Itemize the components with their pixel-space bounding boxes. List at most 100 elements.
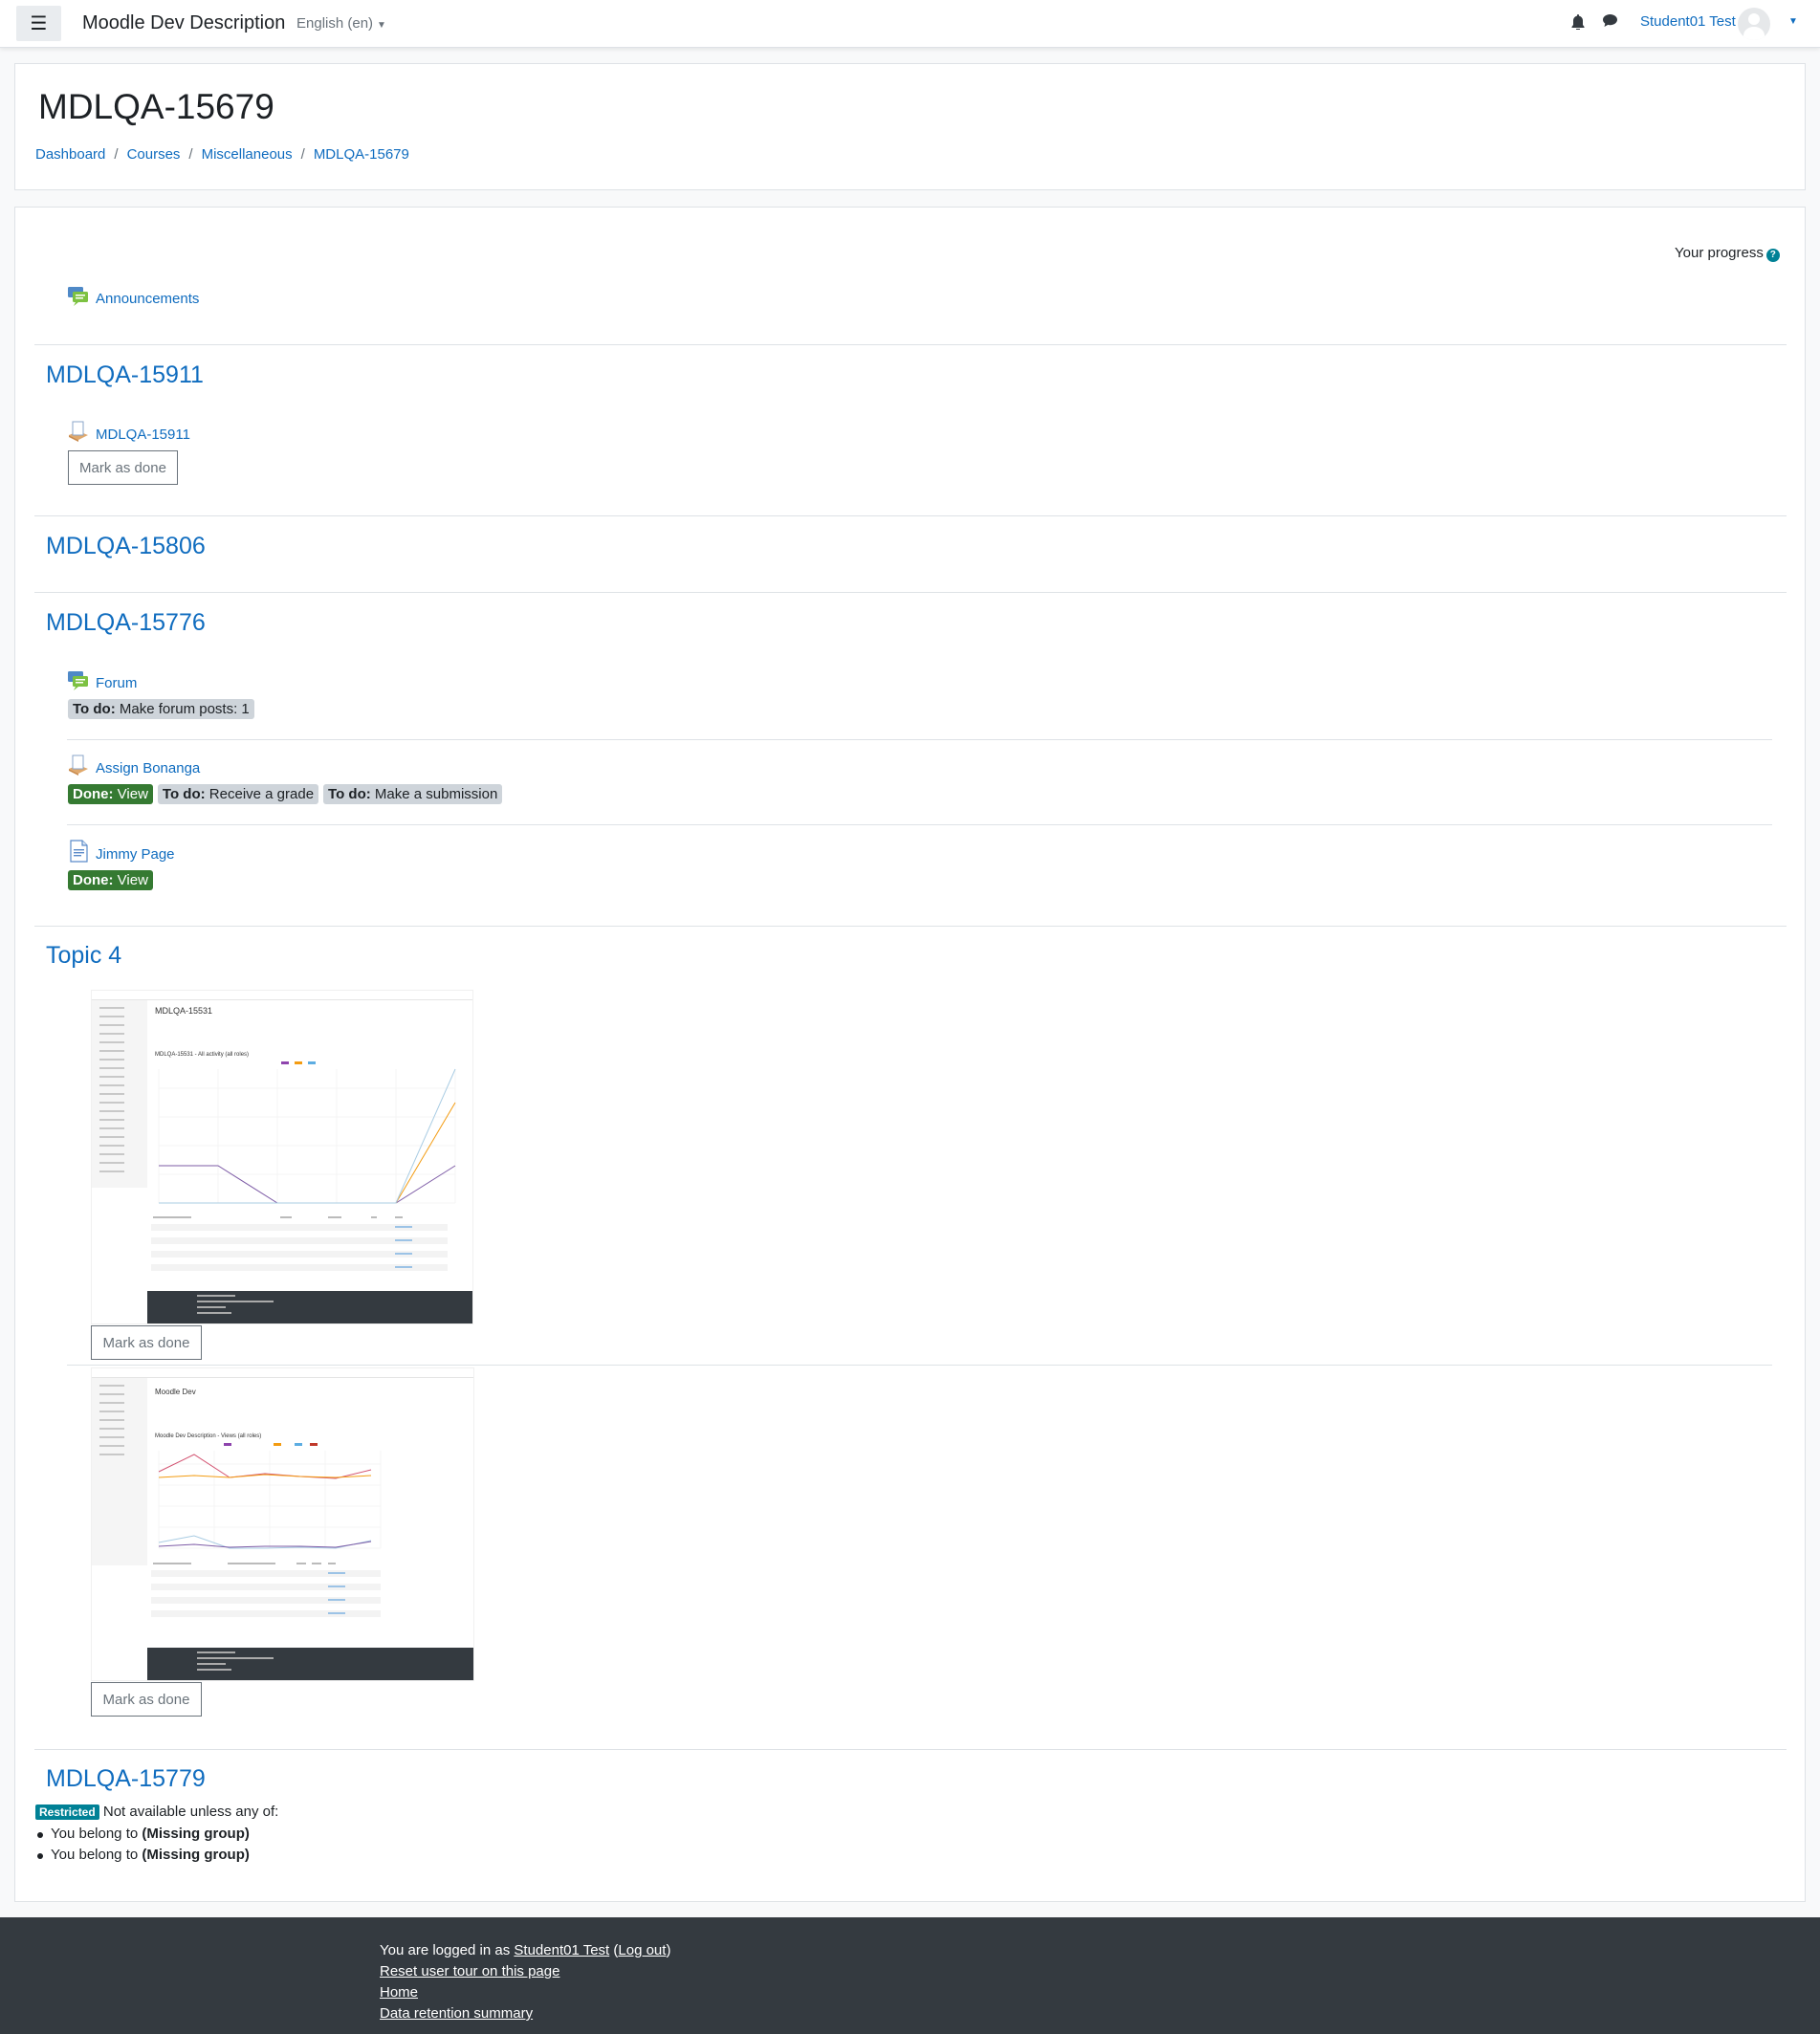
activity-jimmy-page[interactable]: Jimmy Page: [67, 840, 175, 863]
assignment-icon: [67, 754, 90, 776]
user-menu-caret-icon[interactable]: ▼: [1788, 16, 1798, 27]
condition-group: (Missing group): [142, 1847, 250, 1863]
section-title[interactable]: Topic 4: [46, 942, 121, 970]
screenshot-title: MDLQA-15531: [155, 1006, 213, 1016]
screenshot-sidebar: [92, 1378, 147, 1565]
home-link[interactable]: Home: [380, 1984, 418, 2001]
notifications-bell-icon[interactable]: [1571, 14, 1585, 34]
activity-link[interactable]: Announcements: [96, 291, 199, 307]
availability-info: Restricted Not available unless any of:: [35, 1804, 278, 1820]
page-icon: [67, 840, 90, 863]
todo-badge: To do: Make a submission: [323, 784, 503, 804]
restricted-badge: Restricted: [35, 1804, 99, 1820]
label-screenshot-image: Moodle Dev Moodle Dev Description - View…: [91, 1367, 474, 1681]
forum-icon: [67, 284, 90, 307]
section-divider: [34, 926, 1787, 927]
your-progress: Your progress?: [1675, 245, 1780, 262]
completion-badges: Done: View: [68, 870, 153, 890]
activity-link[interactable]: Forum: [96, 675, 137, 691]
mark-as-done-button[interactable]: Mark as done: [91, 1325, 202, 1360]
course-content: Your progress? Announcements MDLQA-15911…: [14, 207, 1806, 1902]
badge-text: View: [117, 872, 148, 888]
activity-link[interactable]: Assign Bonanga: [96, 760, 200, 776]
condition-prefix: You belong to: [51, 1826, 139, 1842]
activity-announcements[interactable]: Announcements: [67, 284, 199, 307]
section-divider: [34, 1749, 1787, 1750]
breadcrumb: Dashboard / Courses / Miscellaneous / MDLQA-15…: [35, 146, 409, 163]
section-title[interactable]: MDLQA-15806: [46, 533, 206, 560]
completion-badges: To do: Make forum posts: 1: [68, 699, 254, 719]
activity-divider: [67, 739, 1772, 740]
activity-assign-bonanga[interactable]: Assign Bonanga: [67, 754, 200, 776]
badge-text: Make forum posts: 1: [119, 701, 250, 717]
badge-prefix: To do:: [73, 701, 116, 717]
data-retention-link[interactable]: Data retention summary: [380, 2005, 533, 2022]
section-divider: [34, 592, 1787, 593]
screenshot-sidebar: [92, 1000, 147, 1188]
section-title[interactable]: MDLQA-15779: [46, 1765, 206, 1793]
breadcrumb-separator: /: [114, 146, 119, 163]
logout-link[interactable]: Log out: [618, 1942, 666, 1958]
restriction-condition: You belong to (Missing group): [35, 1826, 250, 1847]
screenshot-line-chart: [151, 1060, 469, 1213]
breadcrumb-dashboard[interactable]: Dashboard: [35, 146, 105, 163]
condition-prefix: You belong to: [51, 1847, 139, 1863]
restriction-conditions: You belong to (Missing group) You belong…: [35, 1826, 250, 1868]
section-title[interactable]: MDLQA-15776: [46, 609, 206, 637]
user-avatar[interactable]: [1738, 8, 1770, 40]
badge-text: View: [117, 786, 148, 802]
activity-divider: [67, 824, 1772, 825]
site-name[interactable]: Moodle Dev Description: [82, 12, 285, 34]
section-divider: [34, 515, 1787, 516]
footer-user-link[interactable]: Student01 Test: [514, 1942, 609, 1958]
language-label: English ‎(en)‎: [296, 15, 374, 32]
done-badge: Done: View: [68, 784, 153, 804]
badge-prefix: To do:: [162, 786, 206, 802]
section-title[interactable]: MDLQA-15911: [46, 361, 204, 389]
badge-prefix: Done:: [73, 786, 114, 802]
done-badge: Done: View: [68, 870, 153, 890]
assignment-icon: [67, 420, 90, 443]
label-screenshot-image: MDLQA-15531 MDLQA-15531 - All activity (…: [91, 990, 473, 1324]
screenshot-subtitle: MDLQA-15531 - All activity (all roles): [155, 1052, 250, 1058]
login-info: You are logged in as Student01 Test (Log…: [380, 1942, 671, 1958]
mark-as-done-button[interactable]: Mark as done: [91, 1682, 202, 1717]
screenshot-navbar: [92, 991, 472, 1000]
screenshot-line-chart: [158, 1443, 382, 1549]
screenshot-footer: [147, 1291, 472, 1323]
messages-chat-icon[interactable]: [1602, 13, 1618, 33]
reset-user-tour-link[interactable]: Reset user tour on this page: [380, 1963, 559, 1979]
badge-text: Receive a grade: [208, 786, 315, 802]
activity-link[interactable]: MDLQA-15911: [96, 426, 190, 443]
todo-badge: To do: Make forum posts: 1: [68, 699, 254, 719]
help-question-icon[interactable]: ?: [1765, 249, 1780, 262]
badge-prefix: Done:: [73, 872, 114, 888]
login-info-prefix: You are logged in as: [380, 1942, 511, 1958]
breadcrumb-courses[interactable]: Courses: [127, 146, 181, 163]
badge-prefix: To do:: [328, 786, 371, 802]
screenshot-navbar: [92, 1368, 473, 1378]
activity-link[interactable]: Jimmy Page: [96, 846, 175, 863]
page-footer: You are logged in as Student01 Test (Log…: [0, 1917, 1820, 2034]
page-title: MDLQA-15679: [38, 87, 274, 126]
breadcrumb-separator: /: [300, 146, 305, 163]
page-header: MDLQA-15679 Dashboard / Courses / Miscellane…: [14, 63, 1806, 190]
todo-badge: To do: Receive a grade: [157, 784, 319, 804]
top-navbar: ☰ Moodle Dev Description English ‎(en)‎ ▼…: [0, 0, 1820, 48]
caret-down-icon: ▼: [377, 20, 386, 31]
activity-forum[interactable]: Forum: [67, 668, 137, 691]
hamburger-icon: ☰: [30, 13, 48, 34]
breadcrumb-course[interactable]: MDLQA-15679: [314, 146, 409, 163]
breadcrumb-separator: /: [188, 146, 193, 163]
language-menu[interactable]: English ‎(en)‎ ▼: [296, 15, 386, 32]
breadcrumb-miscellaneous[interactable]: Miscellaneous: [202, 146, 293, 163]
activity-mdlqa-15911[interactable]: MDLQA-15911: [67, 420, 190, 443]
screenshot-subtitle: Moodle Dev Description - Views (all role…: [155, 1433, 262, 1439]
nav-drawer-toggle-button[interactable]: ☰: [16, 6, 61, 41]
section-divider: [34, 344, 1787, 345]
user-menu-name[interactable]: Student01 Test: [1640, 13, 1736, 30]
screenshot-footer: [147, 1648, 473, 1680]
mark-as-done-button[interactable]: Mark as done: [68, 450, 178, 485]
condition-group: (Missing group): [142, 1826, 250, 1842]
activity-divider: [67, 1365, 1772, 1366]
